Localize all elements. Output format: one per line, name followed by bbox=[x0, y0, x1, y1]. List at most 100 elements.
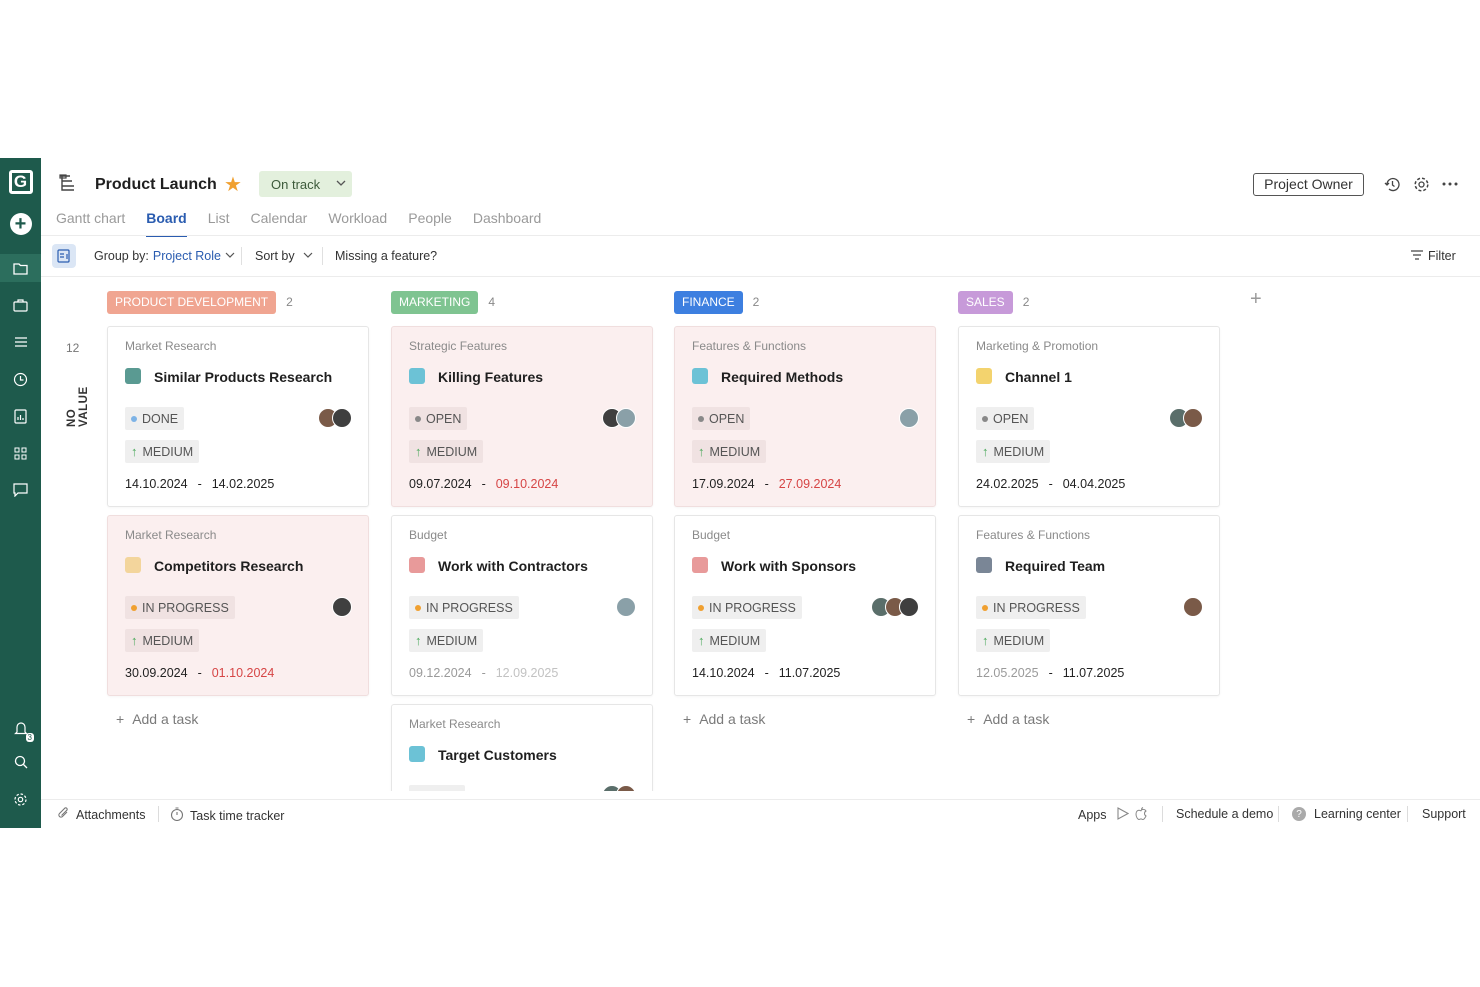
assignees[interactable] bbox=[1183, 597, 1203, 617]
task-name[interactable]: Similar Products Research bbox=[154, 369, 332, 385]
task-name[interactable]: Channel 1 bbox=[1005, 369, 1072, 385]
status-pill[interactable]: DONE bbox=[125, 407, 185, 430]
tab-list[interactable]: List bbox=[208, 210, 230, 236]
search-icon[interactable] bbox=[0, 748, 41, 776]
tab-people[interactable]: People bbox=[408, 210, 452, 236]
assignees[interactable] bbox=[602, 408, 636, 428]
google-play-icon[interactable] bbox=[1116, 807, 1129, 823]
clock-icon[interactable] bbox=[0, 365, 41, 393]
task-card[interactable]: Features & Functions Required Methods OPEN… bbox=[674, 326, 936, 507]
task-card[interactable]: Budget Work with Sponsors IN PROGRESS ↑ MEDI… bbox=[674, 515, 936, 696]
column-tag[interactable]: MARKETING bbox=[391, 290, 479, 314]
task-card[interactable]: Market Research Similar Products Research… bbox=[107, 326, 369, 507]
attachments-button[interactable]: Attachments bbox=[57, 807, 145, 823]
assignees[interactable] bbox=[332, 597, 352, 617]
projects-icon[interactable] bbox=[0, 254, 41, 282]
time-tracker-button[interactable]: Task time tracker bbox=[170, 807, 284, 824]
favorite-star-icon[interactable]: ★ bbox=[224, 172, 242, 197]
assignees[interactable] bbox=[616, 597, 636, 617]
tab-gantt-chart[interactable]: Gantt chart bbox=[56, 210, 125, 236]
avatar[interactable] bbox=[899, 408, 919, 428]
schedule-demo-link[interactable]: Schedule a demo bbox=[1176, 807, 1273, 821]
reports-icon[interactable] bbox=[0, 402, 41, 430]
gear-icon[interactable] bbox=[1411, 174, 1431, 194]
avatar[interactable] bbox=[616, 785, 636, 791]
task-card[interactable]: Market Research Target Customers bbox=[391, 704, 653, 791]
task-name[interactable]: Competitors Research bbox=[154, 558, 303, 574]
settings-icon[interactable] bbox=[0, 785, 41, 813]
status-pill[interactable]: IN PROGRESS bbox=[125, 596, 235, 619]
tab-board[interactable]: Board bbox=[146, 210, 188, 237]
priority-pill[interactable]: ↑ MEDIUM bbox=[125, 440, 200, 463]
tab-calendar[interactable]: Calendar bbox=[251, 210, 308, 236]
assignees[interactable] bbox=[899, 408, 919, 428]
status-pill[interactable]: OPEN bbox=[692, 407, 751, 430]
task-card[interactable]: Marketing & Promotion Channel 1 OPEN ↑ MEDIU… bbox=[958, 326, 1220, 507]
priority-pill[interactable]: ↑ MEDIUM bbox=[409, 440, 484, 463]
more-options-icon[interactable] bbox=[1440, 174, 1460, 194]
priority-pill[interactable]: ↑ MEDIUM bbox=[976, 629, 1051, 652]
task-card[interactable]: Budget Work with Contractors IN PROGRESS ↑ M… bbox=[391, 515, 653, 696]
task-name[interactable]: Work with Contractors bbox=[438, 558, 588, 574]
column-tag[interactable]: FINANCE bbox=[674, 290, 743, 314]
apps-grid-icon[interactable] bbox=[0, 439, 41, 467]
assignees[interactable] bbox=[1169, 408, 1203, 428]
portfolio-icon[interactable] bbox=[0, 291, 41, 319]
logo[interactable]: G bbox=[0, 168, 41, 196]
avatar[interactable] bbox=[1183, 408, 1203, 428]
priority-pill[interactable]: ↑ MEDIUM bbox=[692, 440, 767, 463]
learning-center-link[interactable]: ? Learning center bbox=[1292, 807, 1401, 821]
status-pill[interactable]: IN PROGRESS bbox=[692, 596, 802, 619]
task-card[interactable]: Features & Functions Required Team IN PROG… bbox=[958, 515, 1220, 696]
history-icon[interactable] bbox=[1382, 174, 1402, 194]
task-name[interactable]: Killing Features bbox=[438, 369, 543, 385]
task-name[interactable]: Required Methods bbox=[721, 369, 843, 385]
support-link[interactable]: Support bbox=[1422, 807, 1466, 821]
missing-feature-link[interactable]: Missing a feature? bbox=[335, 249, 437, 263]
tab-workload[interactable]: Workload bbox=[328, 210, 387, 236]
task-name[interactable]: Required Team bbox=[1005, 558, 1105, 574]
add-column-icon[interactable]: + bbox=[1250, 288, 1262, 311]
apps-link[interactable]: Apps bbox=[1078, 807, 1147, 823]
avatar[interactable] bbox=[616, 408, 636, 428]
avatar[interactable] bbox=[332, 597, 352, 617]
status-dropdown[interactable]: On track bbox=[259, 171, 352, 197]
sort-by-dropdown[interactable]: Sort by bbox=[255, 249, 313, 263]
priority-pill[interactable]: ↑ MEDIUM bbox=[692, 629, 767, 652]
add-task-button[interactable]: + Add a task bbox=[967, 711, 1049, 727]
group-by-dropdown[interactable]: Group by: Project Role bbox=[94, 249, 235, 263]
assignees[interactable] bbox=[318, 408, 352, 428]
status-pill[interactable]: OPEN bbox=[976, 407, 1035, 430]
status-pill[interactable]: OPEN bbox=[409, 407, 468, 430]
chat-icon[interactable] bbox=[0, 476, 41, 504]
priority-pill[interactable]: ↑ MEDIUM bbox=[125, 629, 200, 652]
column-tag[interactable]: SALES bbox=[958, 290, 1013, 314]
assignees[interactable] bbox=[871, 597, 919, 617]
task-name[interactable]: Work with Sponsors bbox=[721, 558, 856, 574]
status-pill[interactable]: IN PROGRESS bbox=[976, 596, 1086, 619]
status-pill[interactable]: IN PROGRESS bbox=[409, 596, 519, 619]
priority-pill[interactable]: ↑ MEDIUM bbox=[409, 629, 484, 652]
apple-icon[interactable] bbox=[1134, 807, 1147, 823]
avatar[interactable] bbox=[899, 597, 919, 617]
task-card[interactable]: Strategic Features Killing Features OPEN ↑ M… bbox=[391, 326, 653, 507]
tab-dashboard[interactable]: Dashboard bbox=[473, 210, 542, 236]
task-name[interactable]: Target Customers bbox=[438, 747, 557, 763]
add-task-button[interactable]: + Add a task bbox=[683, 711, 765, 727]
avatar[interactable] bbox=[616, 597, 636, 617]
filter-button[interactable]: Filter bbox=[1410, 249, 1456, 263]
status-pill[interactable] bbox=[409, 785, 465, 791]
task-card[interactable]: Market Research Competitors Research IN PR… bbox=[107, 515, 369, 696]
avatar[interactable] bbox=[1183, 597, 1203, 617]
add-task-button[interactable]: + Add a task bbox=[116, 711, 198, 727]
project-owner-button[interactable]: Project Owner bbox=[1253, 173, 1364, 196]
avatar[interactable] bbox=[332, 408, 352, 428]
chevron-down-icon bbox=[336, 176, 346, 191]
board-settings-icon[interactable] bbox=[52, 244, 76, 268]
assignees[interactable] bbox=[602, 785, 636, 791]
list-icon[interactable] bbox=[0, 328, 41, 356]
priority-pill[interactable]: ↑ MEDIUM bbox=[976, 440, 1051, 463]
notifications-icon[interactable]: 3 bbox=[0, 714, 41, 742]
column-tag[interactable]: PRODUCT DEVELOPMENT bbox=[107, 290, 277, 314]
create-icon[interactable]: + bbox=[0, 210, 41, 238]
